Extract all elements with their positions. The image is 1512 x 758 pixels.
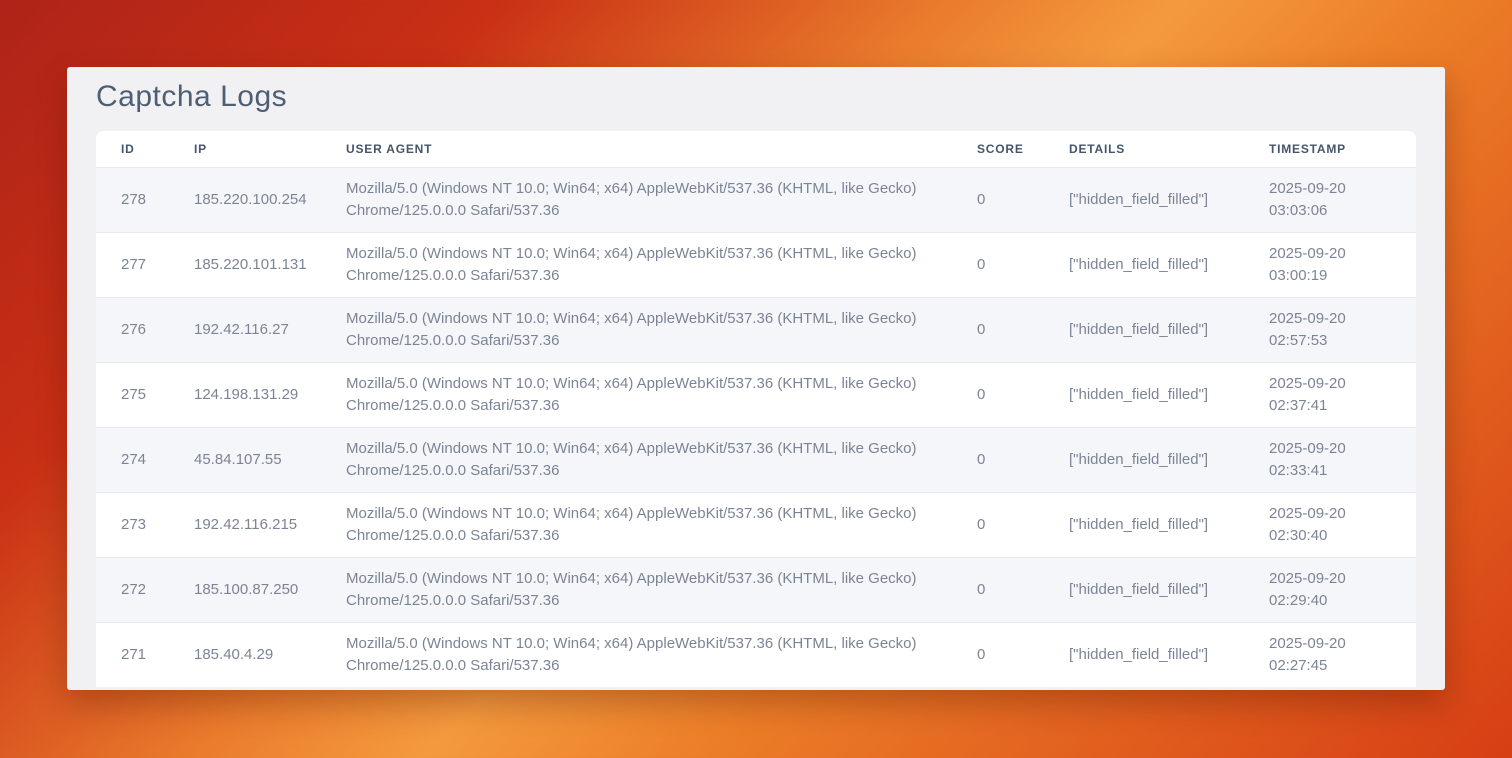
- cell-score: 0: [977, 362, 1069, 427]
- cell-user-agent: Mozilla/5.0 (Windows NT 10.0; Win64; x64…: [346, 167, 977, 232]
- cell-score: 0: [977, 232, 1069, 297]
- column-header-id: ID: [96, 131, 194, 167]
- log-row: 273 192.42.116.215 Mozilla/5.0 (Windows …: [96, 492, 1416, 557]
- cell-user-agent: Mozilla/5.0 (Windows NT 10.0; Win64; x64…: [346, 622, 977, 687]
- cell-timestamp: 2025-09-20 02:29:40: [1269, 557, 1416, 622]
- log-row: 274 45.84.107.55 Mozilla/5.0 (Windows NT…: [96, 427, 1416, 492]
- cell-ip: 124.198.131.29: [194, 362, 346, 427]
- column-header-ip: IP: [194, 131, 346, 167]
- cell-user-agent: Mozilla/5.0 (Windows NT 10.0; Win64; x64…: [346, 297, 977, 362]
- cell-details: ["hidden_field_filled"]: [1069, 297, 1269, 362]
- log-row: 278 185.220.100.254 Mozilla/5.0 (Windows…: [96, 167, 1416, 232]
- cell-ip: 185.220.101.131: [194, 232, 346, 297]
- cell-score: 0: [977, 557, 1069, 622]
- cell-ip: 185.40.4.29: [194, 622, 346, 687]
- cell-details: ["hidden_field_filled"]: [1069, 362, 1269, 427]
- cell-timestamp: 2025-09-20 02:33:41: [1269, 427, 1416, 492]
- cell-details: ["hidden_field_filled"]: [1069, 622, 1269, 687]
- cell-id: 272: [96, 557, 194, 622]
- cell-id: 278: [96, 167, 194, 232]
- cell-user-agent: Mozilla/5.0 (Windows NT 10.0; Win64; x64…: [346, 557, 977, 622]
- table-header-row: ID IP USER AGENT SCORE DETAILS TIMESTAMP: [96, 131, 1416, 167]
- page-title: Captcha Logs: [96, 79, 1416, 115]
- cell-details: ["hidden_field_filled"]: [1069, 492, 1269, 557]
- cell-ip: 192.42.116.27: [194, 297, 346, 362]
- cell-ip: 192.42.116.215: [194, 492, 346, 557]
- cell-details: ["hidden_field_filled"]: [1069, 427, 1269, 492]
- cell-ip: 45.84.107.55: [194, 427, 346, 492]
- column-header-score: SCORE: [977, 131, 1069, 167]
- cell-timestamp: 2025-09-20 02:57:53: [1269, 297, 1416, 362]
- cell-score: 0: [977, 167, 1069, 232]
- log-row: 271 185.40.4.29 Mozilla/5.0 (Windows NT …: [96, 622, 1416, 687]
- cell-id: 274: [96, 427, 194, 492]
- logs-table: ID IP USER AGENT SCORE DETAILS TIMESTAMP…: [96, 131, 1416, 687]
- cell-id: 276: [96, 297, 194, 362]
- cell-timestamp: 2025-09-20 03:03:06: [1269, 167, 1416, 232]
- cell-score: 0: [977, 492, 1069, 557]
- cell-user-agent: Mozilla/5.0 (Windows NT 10.0; Win64; x64…: [346, 427, 977, 492]
- cell-ip: 185.220.100.254: [194, 167, 346, 232]
- cell-timestamp: 2025-09-20 02:27:45: [1269, 622, 1416, 687]
- log-row: 275 124.198.131.29 Mozilla/5.0 (Windows …: [96, 362, 1416, 427]
- cell-details: ["hidden_field_filled"]: [1069, 232, 1269, 297]
- cell-id: 271: [96, 622, 194, 687]
- cell-ip: 185.100.87.250: [194, 557, 346, 622]
- cell-user-agent: Mozilla/5.0 (Windows NT 10.0; Win64; x64…: [346, 492, 977, 557]
- log-row: 276 192.42.116.27 Mozilla/5.0 (Windows N…: [96, 297, 1416, 362]
- column-header-details: DETAILS: [1069, 131, 1269, 167]
- log-row: 272 185.100.87.250 Mozilla/5.0 (Windows …: [96, 557, 1416, 622]
- cell-user-agent: Mozilla/5.0 (Windows NT 10.0; Win64; x64…: [346, 362, 977, 427]
- cell-timestamp: 2025-09-20 02:30:40: [1269, 492, 1416, 557]
- column-header-timestamp: TIMESTAMP: [1269, 131, 1416, 167]
- cell-details: ["hidden_field_filled"]: [1069, 557, 1269, 622]
- cell-user-agent: Mozilla/5.0 (Windows NT 10.0; Win64; x64…: [346, 232, 977, 297]
- column-header-user-agent: USER AGENT: [346, 131, 977, 167]
- cell-timestamp: 2025-09-20 02:37:41: [1269, 362, 1416, 427]
- cell-score: 0: [977, 427, 1069, 492]
- table-body: 278 185.220.100.254 Mozilla/5.0 (Windows…: [96, 167, 1416, 687]
- cell-details: ["hidden_field_filled"]: [1069, 167, 1269, 232]
- cell-timestamp: 2025-09-20 03:00:19: [1269, 232, 1416, 297]
- log-row: 277 185.220.101.131 Mozilla/5.0 (Windows…: [96, 232, 1416, 297]
- captcha-logs-card: Captcha Logs ID IP USER AGENT SCORE DETA…: [67, 67, 1445, 690]
- cell-score: 0: [977, 297, 1069, 362]
- cell-score: 0: [977, 622, 1069, 687]
- cell-id: 277: [96, 232, 194, 297]
- cell-id: 273: [96, 492, 194, 557]
- cell-id: 275: [96, 362, 194, 427]
- logs-table-container: ID IP USER AGENT SCORE DETAILS TIMESTAMP…: [96, 131, 1416, 687]
